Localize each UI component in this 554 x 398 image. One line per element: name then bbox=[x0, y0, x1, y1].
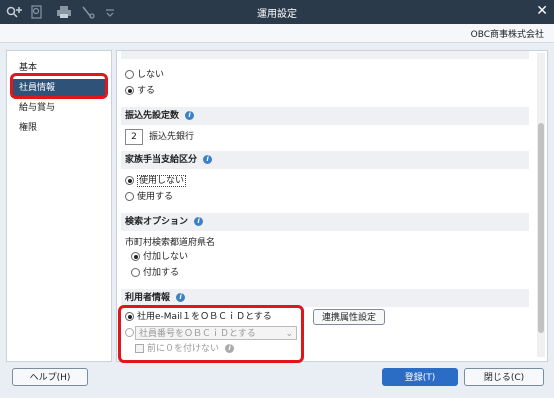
close-icon[interactable]: ✕ bbox=[536, 3, 548, 19]
info-icon[interactable]: i bbox=[176, 293, 186, 302]
register-button[interactable]: 登録(T) bbox=[382, 368, 458, 386]
settings-panel: しない する 振込先設定数 i 2 振込先銀行 家族手当支給区分 i 使用しない 使… bbox=[116, 50, 548, 362]
company-name: OBC商事株式会社 bbox=[470, 30, 544, 40]
transfer-count-input[interactable]: 2 bbox=[125, 129, 143, 145]
city-search-label: 市町村検索都道府県名 bbox=[125, 238, 216, 248]
scrollbar[interactable] bbox=[537, 53, 545, 357]
radio-button[interactable] bbox=[131, 268, 140, 277]
help-button[interactable]: ヘルプ(H) bbox=[12, 368, 88, 386]
info-icon[interactable]: i bbox=[203, 155, 213, 164]
company-bar: OBC商事株式会社 bbox=[0, 24, 554, 43]
radio-user-email[interactable]: 社用e-Mail１をＯＢＣｉＤとする bbox=[125, 311, 272, 323]
radio-search-add[interactable]: 付加する bbox=[131, 267, 179, 279]
sidebar-item-employee-info[interactable]: 社員情報 bbox=[11, 79, 107, 97]
radio-button[interactable] bbox=[125, 312, 134, 321]
window-title: 運用設定 bbox=[257, 9, 297, 20]
sidebar-item-payroll[interactable]: 給与賞与 bbox=[11, 99, 107, 117]
radio-button[interactable] bbox=[131, 252, 140, 261]
title-bar: 運用設定 ✕ bbox=[0, 0, 554, 24]
section-header-family: 家族手当支給区分 i bbox=[121, 151, 529, 169]
empno-select[interactable]: 社員番号をＯＢＣｉＤとする ⌄ bbox=[135, 326, 297, 340]
close-button[interactable]: 閉じる(C) bbox=[464, 368, 544, 386]
sidebar-item-basic[interactable]: 基本 bbox=[11, 59, 107, 77]
transfer-unit-label: 振込先銀行 bbox=[149, 132, 195, 142]
radio-auto-on[interactable]: する bbox=[125, 85, 155, 97]
no-leading-zero-check[interactable]: 前に０を付けない i bbox=[135, 343, 235, 355]
radio-button[interactable] bbox=[125, 86, 134, 95]
radio-button[interactable] bbox=[125, 192, 134, 201]
info-icon[interactable]: i bbox=[194, 217, 204, 226]
link-attribute-button[interactable]: 連携属性設定 bbox=[313, 309, 385, 325]
info-icon[interactable]: i bbox=[185, 111, 195, 120]
radio-family-used[interactable]: 使用する bbox=[125, 191, 173, 203]
section-header-search: 検索オプション i bbox=[121, 213, 529, 231]
radio-button[interactable] bbox=[125, 328, 134, 337]
radio-auto-off[interactable]: しない bbox=[125, 69, 164, 81]
section-header-user: 利用者情報 i bbox=[121, 289, 529, 307]
radio-button[interactable] bbox=[125, 176, 134, 185]
sidebar: 基本 社員情報 給与賞与 権限 bbox=[6, 50, 112, 362]
info-icon[interactable]: i bbox=[225, 344, 235, 353]
scrollbar-thumb[interactable] bbox=[538, 123, 544, 333]
radio-button[interactable] bbox=[125, 70, 134, 79]
chevron-down-icon: ⌄ bbox=[285, 329, 293, 339]
radio-search-none[interactable]: 付加しない bbox=[131, 251, 188, 263]
checkbox[interactable] bbox=[135, 344, 144, 353]
sidebar-item-permissions[interactable]: 権限 bbox=[11, 119, 107, 137]
radio-family-unused[interactable]: 使用しない bbox=[125, 175, 187, 187]
section-header-auto bbox=[121, 51, 529, 59]
section-header-transfer: 振込先設定数 i bbox=[121, 107, 529, 125]
